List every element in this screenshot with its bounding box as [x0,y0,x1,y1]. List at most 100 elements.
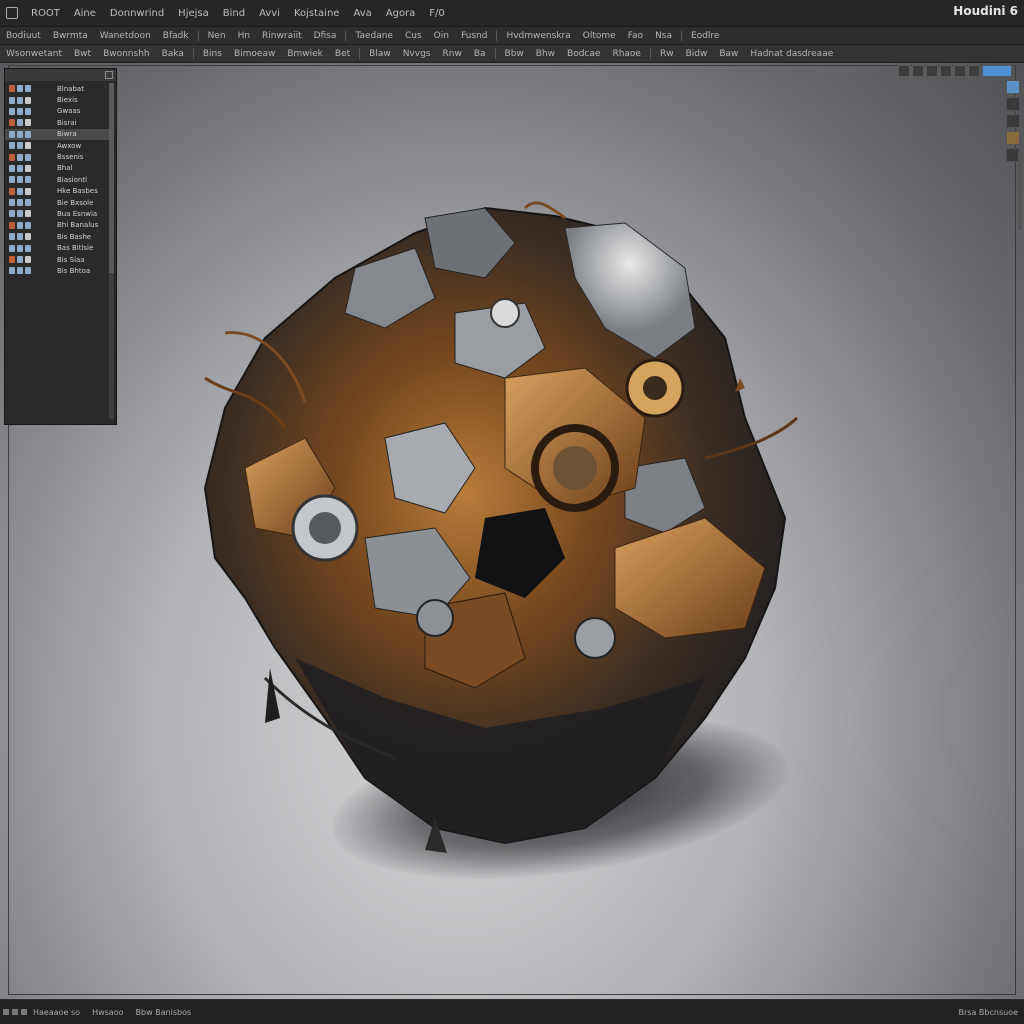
toolbar-button[interactable]: Bwt [68,49,97,59]
toolbar-button[interactable]: Fusnd [455,31,494,41]
close-icon[interactable] [105,71,113,79]
outliner-row[interactable]: Bssenis [5,151,109,162]
node-type-icon[interactable] [25,233,31,241]
toolbar-button[interactable]: Rinwraiit [256,31,308,41]
toolbar-button[interactable]: Bet [329,49,356,59]
node-type-icon[interactable] [17,176,23,184]
node-type-icon[interactable] [25,199,31,207]
outliner-row[interactable]: Biwra [5,128,109,140]
outliner-row[interactable]: Bie Bxsole [5,197,109,208]
toolbar-button[interactable]: Bwonnshh [97,49,156,59]
node-type-icon[interactable] [25,256,31,264]
move-tool-icon[interactable] [1006,97,1020,111]
node-type-icon[interactable] [17,119,23,127]
node-type-icon[interactable] [9,164,15,172]
node-type-icon[interactable] [9,199,15,207]
node-type-icon[interactable] [9,221,15,229]
toolbar-button[interactable]: Bodcae [561,49,606,59]
shading-icon[interactable] [954,65,966,77]
toolbar-button[interactable]: Taedane [349,31,399,41]
node-type-icon[interactable] [25,244,31,252]
node-type-icon[interactable] [17,153,23,161]
menu-item[interactable]: Aine [67,8,103,19]
outliner-row[interactable]: Gwaas [5,106,109,117]
toolbar-button[interactable]: Bfadk [157,31,195,41]
toolbar-button[interactable]: Baka [156,49,190,59]
node-type-icon[interactable] [9,244,15,252]
node-type-icon[interactable] [17,187,23,195]
node-type-icon[interactable] [9,176,15,184]
outliner-row[interactable]: Blnabat [5,83,109,94]
node-type-icon[interactable] [9,256,15,264]
node-type-icon[interactable] [9,267,15,275]
toolbar-button[interactable]: Bmwiek [281,49,329,59]
node-type-icon[interactable] [9,233,15,241]
node-type-icon[interactable] [17,210,23,218]
camera-icon[interactable] [912,65,924,77]
node-type-icon[interactable] [17,107,23,115]
outliner-row[interactable]: Awxow [5,140,109,151]
menu-item[interactable]: Bind [216,8,252,19]
toolbar-button[interactable]: Hvdmwenskra [500,31,576,41]
outliner-row[interactable]: Bhi Banalus [5,220,109,231]
node-type-icon[interactable] [25,142,31,150]
node-type-icon[interactable] [25,164,31,172]
node-type-icon[interactable] [17,233,23,241]
node-type-icon[interactable] [17,96,23,104]
node-type-icon[interactable] [9,142,15,150]
toolbar-button[interactable]: Bidw [680,49,714,59]
toolbar-button[interactable]: Wanetdoon [94,31,157,41]
menu-item[interactable]: Hjejsa [171,8,216,19]
grid-icon[interactable] [926,65,938,77]
toolbar-button[interactable]: Bodiuut [0,31,47,41]
toolbar-button[interactable]: Hadnat dasdreaae [744,49,839,59]
outliner-row[interactable]: Biasiontl [5,174,109,185]
toolbar-button[interactable]: Cus [399,31,428,41]
outliner-row[interactable]: Biexis [5,94,109,105]
3d-viewport[interactable]: Blnabat Biexis Gwaas Bisrai Biwra Awxow Bsseni… [0,63,1024,999]
scrollbar-thumb[interactable] [109,83,114,273]
outliner-row[interactable]: Bhal [5,163,109,174]
node-type-icon[interactable] [9,187,15,195]
rotate-tool-icon[interactable] [1006,114,1020,128]
toolbar-button[interactable]: Nsa [649,31,678,41]
view-mode-button[interactable] [982,65,1012,77]
node-type-icon[interactable] [17,244,23,252]
toolbar-button[interactable]: Bimoeaw [228,49,281,59]
scale-tool-icon[interactable] [1006,131,1020,145]
toolbar-button[interactable]: Rw [654,49,680,59]
toolbar-button[interactable]: Bwrmta [47,31,94,41]
toolbar-button[interactable]: Blaw [363,49,397,59]
toolbar-button[interactable]: Rnw [437,49,468,59]
node-type-icon[interactable] [9,107,15,115]
menu-item[interactable]: Avvi [252,8,287,19]
snap-icon[interactable] [968,65,980,77]
toolbar-button[interactable]: Bbw [499,49,530,59]
toolbar-button[interactable]: Nen [202,31,232,41]
menu-item[interactable]: Kojstaine [287,8,346,19]
menu-item[interactable]: F/0 [422,8,451,19]
toolbar-button[interactable]: Ba [468,49,492,59]
node-type-icon[interactable] [9,119,15,127]
toolbar-button[interactable]: Rhaoe [606,49,647,59]
node-type-icon[interactable] [17,256,23,264]
toolbar-button[interactable]: Oltome [577,31,622,41]
toolbar-button[interactable]: Hn [232,31,256,41]
menu-item[interactable]: Agora [379,8,423,19]
toolbar-button[interactable]: Baw [713,49,744,59]
toolbar-button[interactable]: Oin [428,31,455,41]
toolbar-button[interactable]: Bins [197,49,228,59]
node-type-icon[interactable] [9,85,15,93]
menu-item[interactable]: ROOT [24,8,67,19]
toolbar-button[interactable]: Wsonwetant [0,49,68,59]
outliner-row[interactable]: Hke Basbes [5,186,109,197]
outliner-row[interactable]: Bis Siaa [5,254,109,265]
node-type-icon[interactable] [17,130,23,138]
node-type-icon[interactable] [25,210,31,218]
node-type-icon[interactable] [9,153,15,161]
menu-item[interactable]: Donnwrind [103,8,171,19]
node-type-icon[interactable] [17,142,23,150]
menu-item[interactable]: Ava [346,8,378,19]
viewport-side-scrollbar[interactable] [1018,150,1022,230]
node-type-icon[interactable] [17,199,23,207]
